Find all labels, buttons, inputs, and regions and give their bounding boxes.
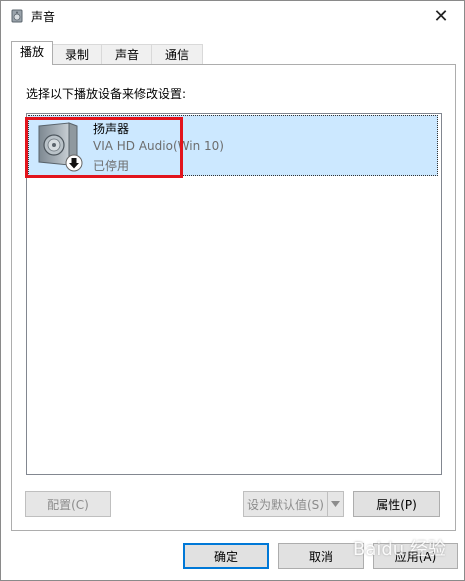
baidu-watermark: Baidu 经验	[353, 539, 446, 560]
cancel-button[interactable]: 取消	[278, 543, 364, 569]
chevron-down-icon	[331, 501, 340, 507]
close-icon[interactable]: ✕	[418, 1, 464, 31]
tab-sounds[interactable]: 声音	[101, 44, 153, 65]
speaker-app-icon	[11, 9, 23, 23]
red-highlight-box	[25, 117, 183, 178]
tab-playback[interactable]: 播放	[11, 41, 53, 65]
tab-recording[interactable]: 录制	[51, 44, 103, 65]
set-default-dropdown-arrow[interactable]	[327, 491, 344, 517]
set-default-button[interactable]: 设为默认值(S)	[243, 491, 328, 517]
configure-button[interactable]: 配置(C)	[25, 491, 111, 517]
ok-button[interactable]: 确定	[183, 543, 269, 569]
title-bar[interactable]: 声音 ✕	[1, 1, 464, 31]
tab-communications[interactable]: 通信	[151, 44, 203, 65]
sound-dialog: 声音 ✕ 播放 录制 声音 通信 选择以下播放设备来修改设置: 扬声器 VIA …	[0, 0, 465, 581]
properties-button[interactable]: 属性(P)	[353, 491, 440, 517]
window-title: 声音	[31, 10, 56, 24]
instruction-label: 选择以下播放设备来修改设置:	[26, 87, 187, 101]
